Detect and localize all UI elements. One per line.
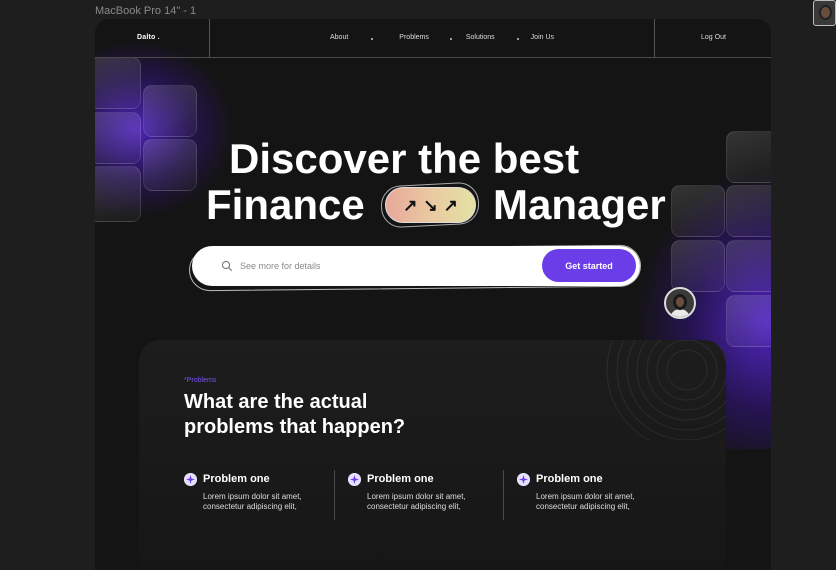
decorative-tile — [95, 112, 141, 164]
section-heading-line2: problems that happen? — [184, 416, 406, 438]
decorative-tile — [671, 240, 725, 292]
decorative-tile — [726, 185, 771, 237]
hero-title-line2-left: Finance — [206, 181, 365, 228]
logo[interactable]: Dalto . — [137, 34, 160, 41]
sparkle-icon — [348, 473, 361, 486]
page-canvas: Dalto . About Problems Solutions Join Us… — [95, 19, 771, 570]
problem-body: Lorem ipsum dolor sit amet, consectetur … — [203, 492, 302, 511]
nav-link-about[interactable]: About — [330, 34, 348, 41]
hero-title-line1: Discover the best — [229, 135, 580, 182]
problem-body: Lorem ipsum dolor sit amet, consectetur … — [536, 492, 635, 511]
get-started-button[interactable]: Get started — [542, 249, 636, 282]
decorative-tile — [143, 85, 197, 137]
section-heading: What are the actual problems that happen… — [184, 390, 484, 440]
decorative-tile — [726, 131, 771, 183]
nav-links: About Problems Solutions Join Us — [330, 34, 554, 41]
decorative-tile — [143, 139, 197, 191]
problem-title: Problem one — [367, 473, 434, 485]
decorative-tile — [671, 185, 725, 237]
nav-divider — [209, 19, 210, 58]
arrow-up-right-icon: ↗ — [403, 195, 418, 215]
arrow-down-right-icon: ↘ — [423, 195, 438, 215]
avatar[interactable] — [664, 287, 696, 319]
hero-title-line2-right: Manager — [493, 181, 666, 228]
problems-section: *Problems What are the actual problems t… — [139, 340, 726, 570]
nav-link-solutions[interactable]: Solutions — [466, 34, 495, 41]
frame-label: MacBook Pro 14" - 1 — [95, 5, 197, 17]
section-tag: *Problems — [184, 377, 217, 384]
problem-divider — [334, 470, 335, 520]
search-bar: Get started — [192, 246, 640, 286]
decorative-tile — [726, 295, 771, 347]
section-heading-line1: What are the actual — [184, 391, 368, 413]
nav-separator-dot — [371, 37, 374, 40]
rings-decoration — [606, 340, 726, 440]
problem-body: Lorem ipsum dolor sit amet, consectetur … — [367, 492, 466, 511]
decorative-tile — [95, 166, 141, 222]
decorative-tile — [726, 240, 771, 292]
avatar[interactable] — [813, 0, 836, 26]
decorative-tile — [95, 57, 141, 109]
logout-link[interactable]: Log Out — [701, 34, 726, 41]
problem-title: Problem one — [203, 473, 270, 485]
arrow-up-right-icon: ↗ — [443, 195, 458, 215]
problem-divider — [503, 470, 504, 520]
nav-link-problems[interactable]: Problems — [399, 34, 429, 41]
nav-divider — [654, 19, 655, 58]
nav-separator-dot — [516, 37, 519, 40]
search-input[interactable] — [240, 257, 520, 275]
sparkle-icon — [517, 473, 530, 486]
nav-link-join-us[interactable]: Join Us — [531, 34, 554, 41]
problem-title: Problem one — [536, 473, 603, 485]
nav-separator-dot — [449, 37, 452, 40]
search-icon — [221, 260, 233, 272]
arrows-pill: ↗ ↘ ↗ — [385, 187, 476, 223]
top-nav: Dalto . About Problems Solutions Join Us… — [95, 19, 771, 58]
sparkle-icon — [184, 473, 197, 486]
